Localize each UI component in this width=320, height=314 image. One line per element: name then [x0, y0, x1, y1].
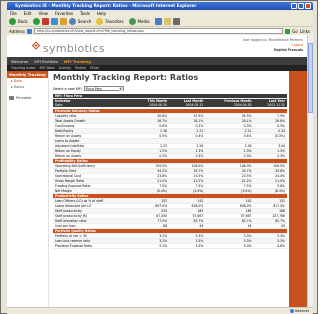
- nav-welcome[interactable]: Welcome: [11, 59, 28, 64]
- vertical-scrollbar[interactable]: [307, 35, 313, 307]
- sub-nav: Tracking Index MFI Data Activity Ratios …: [7, 65, 307, 71]
- status-bar: Internet: [7, 307, 313, 314]
- media-icon[interactable]: [128, 18, 136, 25]
- window-titlebar: Symbiotics IS - Monthly Tracking Report:…: [7, 2, 313, 10]
- site-header: symbiotics User logged as: Microfinance …: [7, 35, 307, 57]
- menu-view[interactable]: View: [38, 11, 48, 16]
- page-content: symbiotics User logged as: Microfinance …: [7, 35, 307, 307]
- media-button[interactable]: Media: [138, 19, 150, 24]
- menu-edit[interactable]: Edit: [24, 11, 32, 16]
- go-button[interactable]: Go: [292, 29, 298, 34]
- sidebar-item-label: Data: [13, 79, 22, 83]
- go-arrow-icon[interactable]: [285, 28, 291, 34]
- address-bar: Address http://is.symbiotics.ch/view_rep…: [7, 27, 313, 35]
- subnav-activity[interactable]: Activity: [59, 66, 72, 70]
- printer-icon: [9, 96, 14, 100]
- favorites-button[interactable]: Favorites: [105, 19, 123, 24]
- refresh-icon[interactable]: [50, 18, 58, 25]
- cell-value: 5.0%: [205, 243, 254, 250]
- maximize-icon[interactable]: [298, 3, 304, 9]
- search-button[interactable]: Search: [78, 19, 92, 24]
- menu-file[interactable]: File: [10, 11, 17, 16]
- page-title: Monthly Tracking Report: Ratios: [53, 73, 199, 82]
- right-accent-bar: [289, 71, 307, 307]
- cell-value: 5.1%: [133, 243, 170, 250]
- user-info: User logged as: Microfinance Partners Lo…: [243, 38, 303, 53]
- mfi-select-row: Select a new MFI Finca Peru ▾: [53, 86, 287, 91]
- links-button[interactable]: Links: [300, 29, 310, 34]
- history-icon[interactable]: [154, 18, 162, 25]
- stop-icon[interactable]: [41, 18, 49, 25]
- browser-toolbar: Back Search Favorites Media: [7, 17, 313, 27]
- subnav-mfi-data[interactable]: MFI Data: [40, 66, 55, 70]
- chevron-down-icon: ▾: [118, 87, 123, 91]
- nav-mfi-portfolio[interactable]: MFI Portfolio: [34, 59, 57, 64]
- language-switch[interactable]: English Francais: [243, 48, 303, 53]
- printable-link[interactable]: Printable: [7, 90, 48, 100]
- mfi-select-label: Select a new MFI: [53, 86, 82, 91]
- subnav-ratios[interactable]: Ratios: [75, 66, 85, 70]
- favorites-icon[interactable]: [96, 18, 104, 25]
- sidebar-item-label: Ratios: [13, 85, 25, 89]
- menu-help[interactable]: Help: [97, 11, 106, 16]
- forward-icon[interactable]: [32, 18, 40, 25]
- back-button[interactable]: Back: [18, 19, 28, 24]
- menu-tools[interactable]: Tools: [80, 11, 90, 16]
- address-label: Address: [9, 28, 25, 34]
- main-panel: Monthly Tracking Report: Ratios Select a…: [53, 73, 287, 307]
- print-icon[interactable]: [172, 18, 180, 25]
- symbiotics-logo-icon: [31, 41, 41, 50]
- menu-favorites[interactable]: Favorites: [55, 11, 73, 16]
- internet-zone: Internet: [289, 308, 309, 314]
- close-icon[interactable]: [305, 3, 311, 9]
- zone-label: Internet: [294, 309, 309, 313]
- main-nav: Welcome MFI Portfolio MFI Tracking: [7, 57, 307, 65]
- page-icon: [26, 28, 32, 34]
- left-sidebar: Monthly Tracking ▸ Data ▸ Ratios Printab…: [7, 71, 49, 307]
- globe-icon: [289, 309, 294, 313]
- printable-label: Printable: [16, 96, 32, 100]
- table-row: Provision Expense Ratio 5.1% 5.0% 5.0% 4.8%: [53, 243, 287, 250]
- window-title: Symbiotics IS - Monthly Tracking Report:…: [15, 3, 197, 8]
- cell-value: 5.0%: [169, 243, 206, 250]
- subnav-tracking-index[interactable]: Tracking Index: [11, 66, 36, 70]
- search-icon[interactable]: [68, 18, 76, 25]
- minimize-icon[interactable]: [291, 3, 297, 9]
- row-label: Provision Expense Ratio: [53, 243, 134, 250]
- mfi-select-value: Finca Peru: [85, 87, 102, 91]
- back-icon[interactable]: [9, 18, 16, 25]
- cell-value: 4.8%: [253, 243, 287, 250]
- mail-icon[interactable]: [163, 18, 171, 25]
- site-logo[interactable]: symbiotics: [43, 42, 105, 55]
- nav-mfi-tracking[interactable]: MFI Tracking: [64, 59, 91, 64]
- menu-bar: File Edit View Favorites Tools Help: [7, 10, 313, 17]
- browser-window: Symbiotics IS - Monthly Tracking Report:…: [0, 0, 318, 314]
- mfi-select[interactable]: Finca Peru ▾: [83, 86, 124, 91]
- subnav-other[interactable]: Other: [90, 66, 100, 70]
- ratios-table: MFI: Finca Peru Indicator This Month Last M…: [53, 94, 287, 250]
- home-icon[interactable]: [59, 18, 67, 25]
- address-input[interactable]: http://is.symbiotics.ch/view_report.cfm?…: [33, 28, 284, 34]
- scrollbar-thumb[interactable]: [308, 43, 313, 113]
- sidebar-heading: Monthly Tracking: [7, 71, 48, 78]
